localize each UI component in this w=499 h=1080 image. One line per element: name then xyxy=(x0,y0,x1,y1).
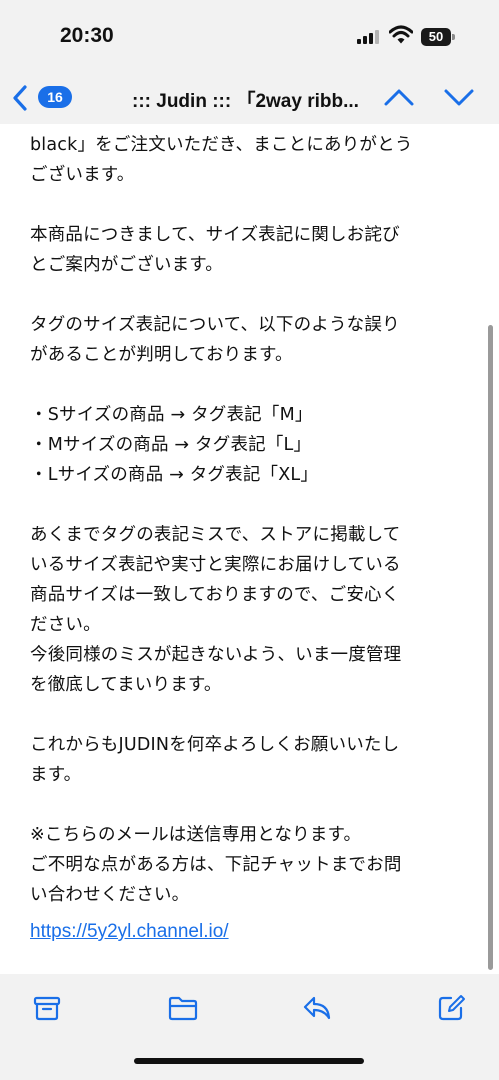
folder-icon[interactable] xyxy=(167,994,199,1022)
unread-count-badge[interactable]: 16 xyxy=(38,86,72,108)
mail-nav-bar: 16 ::: Judin ::: 「2way ribb... xyxy=(0,72,499,124)
status-time: 20:30 xyxy=(60,24,114,47)
scrollbar[interactable] xyxy=(488,325,493,970)
chevron-up-icon[interactable] xyxy=(383,86,415,108)
home-indicator[interactable] xyxy=(134,1058,364,1064)
compose-icon[interactable] xyxy=(437,994,467,1022)
back-chevron-icon[interactable] xyxy=(10,84,30,112)
email-message-text: black」をご注文いただき、まことにありがとう ございます。 本商品につきまし… xyxy=(30,135,413,905)
battery-cap xyxy=(452,34,455,40)
chevron-down-icon[interactable] xyxy=(443,86,475,108)
bottom-toolbar xyxy=(0,974,499,1080)
channel-chat-link[interactable]: https://5y2yl.channel.io/ xyxy=(30,917,229,947)
email-body[interactable]: black」をご注文いただき、まことにありがとう ございます。 本商品につきまし… xyxy=(0,124,499,974)
reply-icon[interactable] xyxy=(302,994,332,1022)
battery-icon: 50 xyxy=(421,28,451,46)
wifi-icon xyxy=(389,25,413,44)
archive-icon[interactable] xyxy=(32,994,62,1022)
email-subject-title: ::: Judin ::: 「2way ribb... xyxy=(132,91,359,112)
status-bar: 20:30 50 xyxy=(0,0,499,72)
signal-icon xyxy=(357,30,381,44)
